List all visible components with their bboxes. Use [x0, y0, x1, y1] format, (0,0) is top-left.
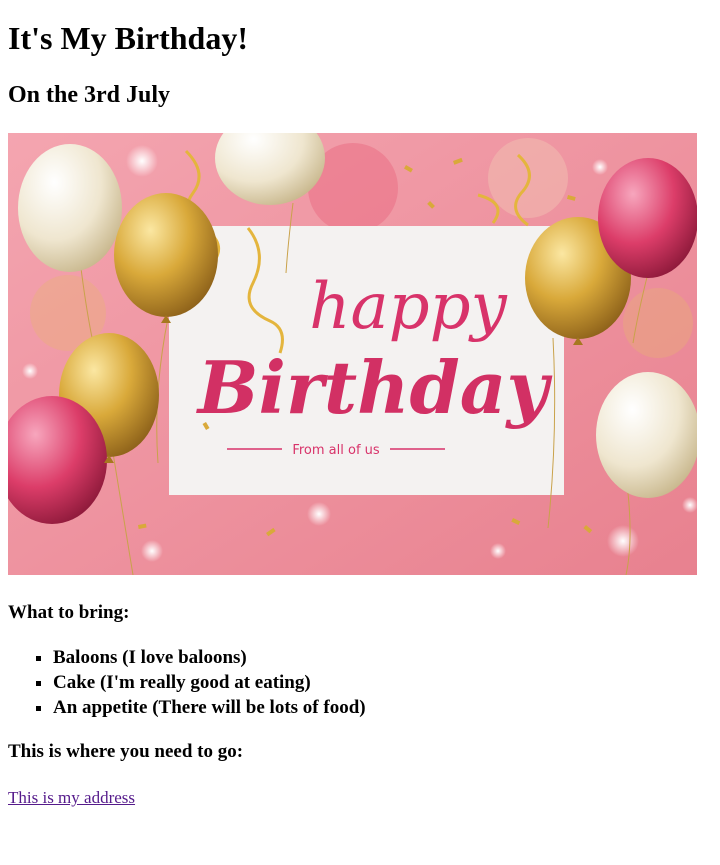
page-subtitle: On the 3rd July: [8, 82, 171, 108]
bring-list: Baloons (I love baloons) Cake (I'm reall…: [8, 625, 712, 720]
banner-from-text: From all of us: [292, 443, 380, 458]
banner-happy-text: happy: [309, 270, 507, 344]
list-item: An appetite (There will be lots of food): [53, 695, 712, 720]
list-item: Baloons (I love baloons): [53, 645, 712, 670]
birthday-banner-image: happy Birthday From all of us: [8, 133, 697, 575]
bring-heading: What to bring:: [8, 602, 130, 623]
list-item: Cake (I'm really good at eating): [53, 670, 712, 695]
banner-birthday-text: Birthday: [196, 345, 553, 430]
page-title: It's My Birthday!: [8, 20, 248, 56]
page-content: It's My Birthday! On the 3rd July happy …: [0, 0, 720, 808]
address-link[interactable]: This is my address: [8, 788, 135, 808]
location-heading: This is where you need to go:: [8, 741, 244, 762]
